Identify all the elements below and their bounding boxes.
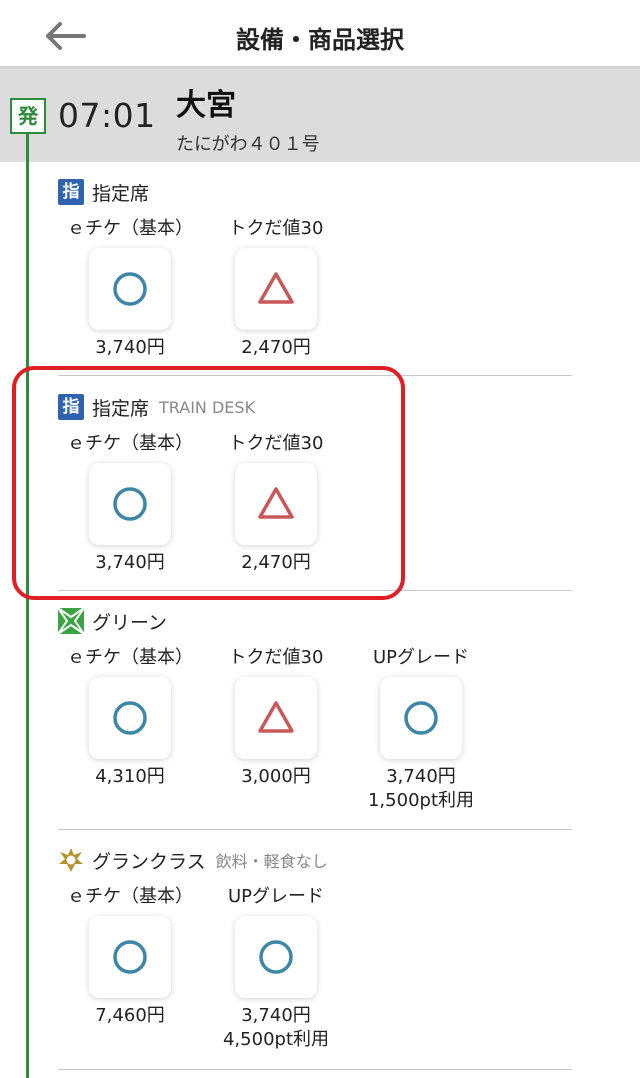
available-circle-icon [259,940,293,974]
fare-option: トクだ値30 3,000円 [206,645,346,789]
fare-price: 3,740円 [95,337,165,358]
fare-option: UPグレード 3,740円 4,500pt利用 [206,884,346,1052]
fare-price: 2,470円 [241,337,311,358]
section-note: 飲料・軽食なし [215,852,328,871]
fare-points-used: 1,500pt利用 [367,790,474,811]
available-circle-icon [113,701,147,735]
fare-price: 3,740円 [386,766,456,787]
gran-class-emblem-icon [59,848,83,872]
section-name: 指定席 [92,182,150,205]
departure-badge: 発 [10,98,46,134]
departure-time: 07:01 [58,96,156,135]
section-divider [58,829,572,830]
fare-label: ｅチケ（基本） [67,218,193,239]
fare-select-button[interactable] [235,248,317,330]
fare-option: ｅチケ（基本） 4,310円 [60,645,200,789]
page-title: 設備・商品選択 [236,26,404,54]
fare-price: 3,740円 [241,1005,311,1026]
few-left-triangle-icon [258,272,294,304]
fare-option: UPグレード 3,740円 1,500pt利用 [351,645,491,813]
fare-select-button[interactable] [235,677,317,759]
fare-option: ｅチケ（基本） 7,460円 [60,884,200,1028]
fare-label: トクだ値30 [228,218,324,239]
fare-price: 3,000円 [241,766,311,787]
fare-select-button[interactable] [89,677,171,759]
fare-price: 4,310円 [95,766,165,787]
fare-price: 7,460円 [95,1005,165,1026]
section-header: グリーン [58,607,167,635]
fare-label: ｅチケ（基本） [67,886,193,907]
fare-select-button[interactable] [89,248,171,330]
fare-label: UPグレード [227,886,325,907]
section-header: グランクラス 飲料・軽食なし [58,846,328,874]
fare-option: ｅチケ（基本） 3,740円 [60,216,200,360]
app-header: 設備・商品選択 [0,0,640,68]
fare-label: ｅチケ（基本） [67,647,193,668]
section-name: グランクラス [92,850,206,873]
section-divider [58,1069,572,1070]
fare-select-button[interactable] [235,916,317,998]
section-name: グリーン [92,611,168,634]
train-name: たにがわ４０１号 [176,134,320,155]
available-circle-icon [113,272,147,306]
few-left-triangle-icon [258,701,294,733]
departure-station: 大宮 [176,88,236,123]
fare-label: トクだ値30 [228,647,324,668]
route-line [26,134,29,1078]
fare-points-used: 4,500pt利用 [222,1029,329,1050]
green-car-clover-icon [58,608,84,634]
available-circle-icon [113,940,147,974]
highlight-annotation [12,366,405,600]
fare-select-button[interactable] [89,916,171,998]
fare-label: UPグレード [372,647,470,668]
reserved-seat-icon: 指 [58,179,84,205]
section-header: 指 指定席 [58,178,149,206]
fare-option: トクだ値30 2,470円 [206,216,346,360]
available-circle-icon [404,701,438,735]
fare-select-button[interactable] [380,677,462,759]
